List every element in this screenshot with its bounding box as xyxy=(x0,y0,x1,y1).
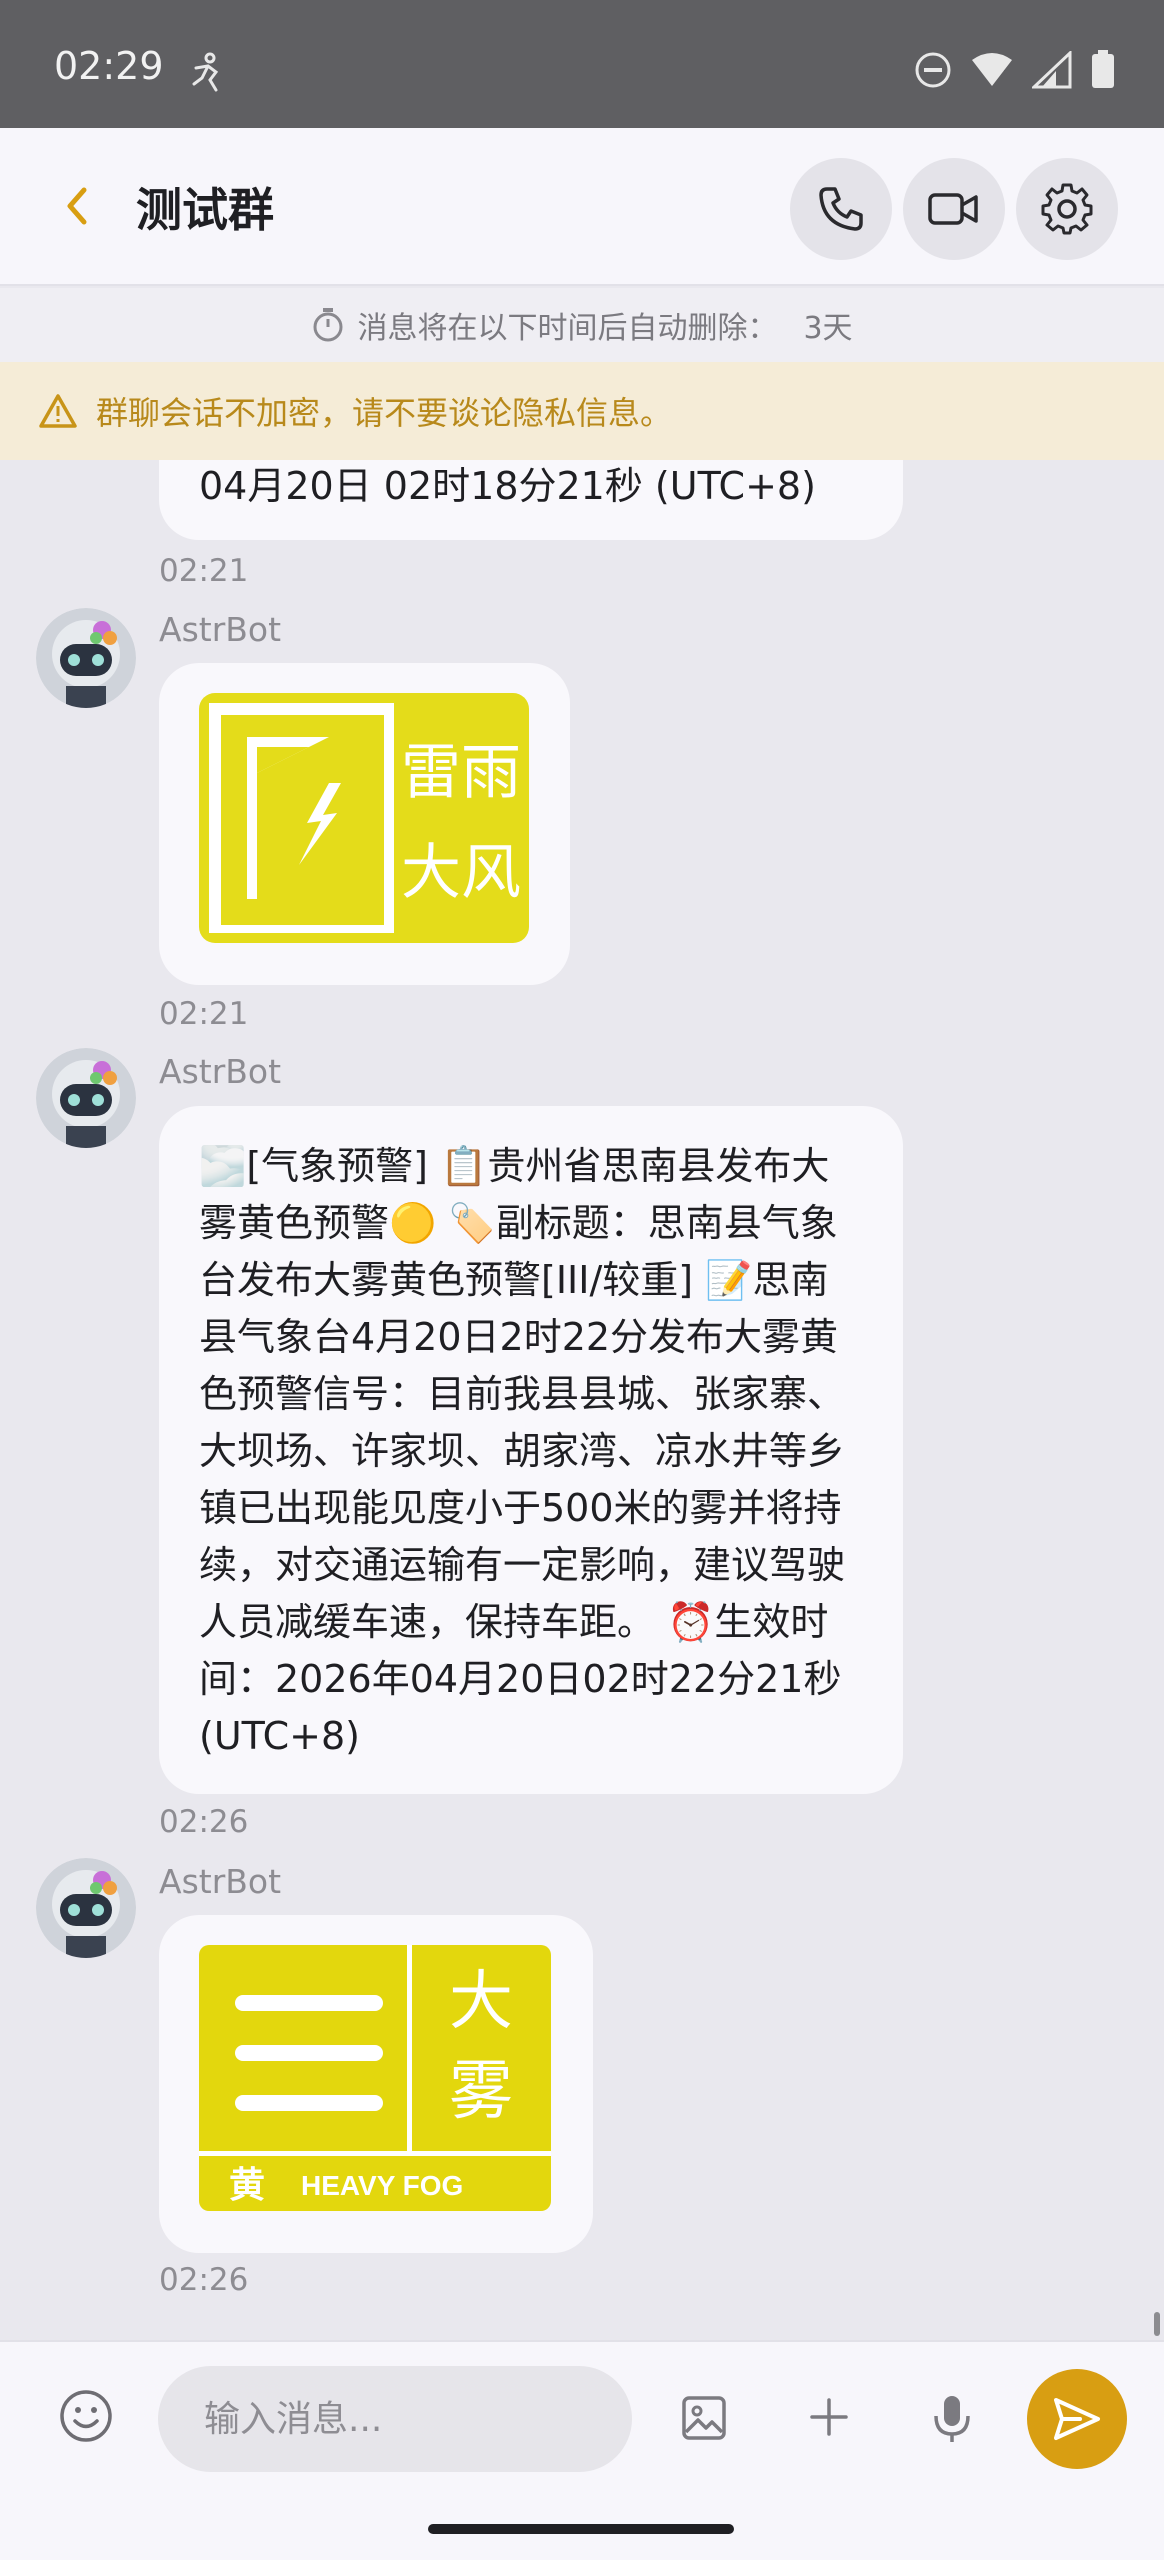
auto-delete-notice: 消息将在以下时间后自动删除： 3天 xyxy=(0,288,1164,362)
message-list[interactable]: 04月20日 02时18分21秒 (UTC+8) 02:21 AstrBot 雷… xyxy=(0,460,1164,2340)
send-icon xyxy=(1054,2398,1100,2440)
robot-avatar-icon xyxy=(36,1048,136,1148)
phone-icon xyxy=(819,187,863,231)
message-time: 02:21 xyxy=(159,996,249,1032)
image-icon[interactable] xyxy=(680,2394,728,2442)
robot-avatar-icon xyxy=(36,1858,136,1958)
message-input[interactable] xyxy=(158,2366,632,2472)
status-bar: 02:29 xyxy=(0,0,1164,128)
image-text-heavy-fog: HEAVY FOG xyxy=(301,2170,463,2201)
message-composer xyxy=(0,2340,1164,2490)
message-text: 🌫️[气象预警] 📋贵州省思南县发布大雾黄色预警🟡 🏷️副标题：思南县气象台发布… xyxy=(199,1144,846,1758)
video-call-button[interactable] xyxy=(903,158,1005,260)
plus-icon[interactable] xyxy=(806,2394,852,2440)
image-text-line-1: 雷雨 xyxy=(401,739,521,806)
sender-name: AstrBot xyxy=(159,1862,282,1901)
sender-name: AstrBot xyxy=(159,610,282,649)
warning-icon xyxy=(39,394,77,428)
image-message-bubble[interactable]: 雷雨 大风 xyxy=(159,663,570,985)
group-title: 测试群 xyxy=(136,183,274,237)
robot-avatar-icon xyxy=(36,608,136,708)
message-time: 02:21 xyxy=(159,553,249,589)
sender-name: AstrBot xyxy=(159,1052,282,1091)
thunderstorm-wind-warning-image[interactable]: 雷雨 大风 xyxy=(199,693,529,943)
home-indicator[interactable] xyxy=(428,2524,734,2534)
timer-icon xyxy=(313,308,343,342)
heavy-fog-warning-image[interactable]: 大 雾 黄 HEAVY FOG xyxy=(199,1945,551,2211)
microphone-icon[interactable] xyxy=(930,2394,974,2444)
settings-button[interactable] xyxy=(1016,158,1118,260)
auto-delete-label: 消息将在以下时间后自动删除： xyxy=(357,311,778,346)
avatar[interactable] xyxy=(36,608,136,708)
auto-delete-value: 3天 xyxy=(803,311,853,346)
message-bubble[interactable]: 04月20日 02时18分21秒 (UTC+8) xyxy=(159,460,903,540)
image-message-bubble[interactable]: 大 雾 黄 HEAVY FOG xyxy=(159,1915,593,2253)
video-icon xyxy=(928,193,978,225)
gear-icon xyxy=(1041,183,1093,235)
battery-icon xyxy=(1092,50,1114,88)
avatar[interactable] xyxy=(36,1048,136,1148)
warning-text: 群聊会话不加密，请不要谈论隐私信息。 xyxy=(96,394,673,432)
message-time: 02:26 xyxy=(159,2262,249,2298)
chat-header: 测试群 xyxy=(0,128,1164,286)
do-not-disturb-icon xyxy=(915,52,951,88)
emoji-icon[interactable] xyxy=(56,2386,116,2446)
encryption-warning-banner: 群聊会话不加密，请不要谈论隐私信息。 xyxy=(0,362,1164,460)
message-bubble[interactable]: 🌫️[气象预警] 📋贵州省思南县发布大雾黄色预警🟡 🏷️副标题：思南县气象台发布… xyxy=(159,1106,903,1794)
image-text-line-2: 大风 xyxy=(401,839,521,906)
scrollbar[interactable] xyxy=(1154,2312,1160,2336)
accessibility-icon xyxy=(192,52,219,92)
avatar[interactable] xyxy=(36,1858,136,1958)
message-text: 04月20日 02时18分21秒 (UTC+8) xyxy=(199,464,816,508)
wifi-icon xyxy=(972,53,1012,86)
image-text-da: 大 xyxy=(449,1965,513,2037)
send-button[interactable] xyxy=(1027,2369,1127,2469)
message-time: 02:26 xyxy=(159,1804,249,1840)
system-navigation-area xyxy=(0,2490,1164,2560)
chevron-left-icon[interactable] xyxy=(50,178,106,234)
image-text-huang: 黄 xyxy=(229,2164,265,2205)
image-text-wu: 雾 xyxy=(449,2055,513,2127)
voice-call-button[interactable] xyxy=(790,158,892,260)
signal-icon xyxy=(1032,51,1072,89)
status-time: 02:29 xyxy=(54,44,164,88)
